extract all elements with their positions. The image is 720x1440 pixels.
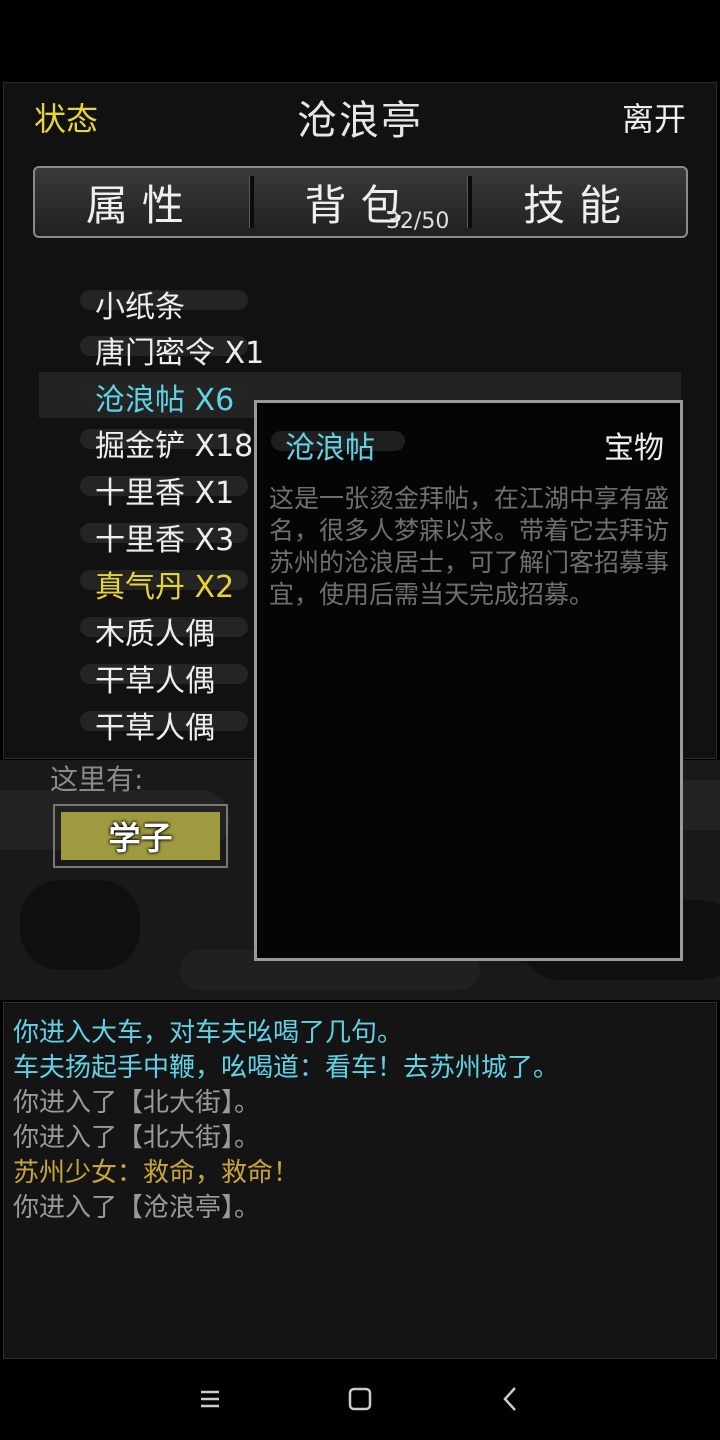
inventory-item[interactable]: 木质人偶 xyxy=(80,609,248,652)
tab-attributes[interactable]: 属性 xyxy=(35,168,249,236)
inventory-item-label: 干草人偶 xyxy=(95,711,215,746)
npc-label: 学子 xyxy=(108,819,173,857)
detail-item-description: 这是一张烫金拜帖，在江湖中享有盛名，很多人梦寐以求。带着它去拜访苏州的沧浪居士，… xyxy=(269,484,670,609)
log-line: 你进入了【沧浪亭】。 xyxy=(13,1193,261,1223)
inventory-item-selected[interactable]: 沧浪帖 X6 xyxy=(80,375,248,418)
inventory-item-label: 掘金铲 X18 xyxy=(95,429,254,464)
inventory-item-label: 真气丹 X2 xyxy=(95,570,235,605)
tab-backpack[interactable]: 背包 32/50 xyxy=(254,168,468,236)
detail-item-name: 沧浪帖 xyxy=(285,431,375,466)
list-scroll-fragment xyxy=(100,262,160,268)
inventory-item-label: 十里香 X3 xyxy=(95,523,235,558)
inventory-item-label: 沧浪帖 X6 xyxy=(95,383,235,418)
npc-button-scholar[interactable]: 学子 xyxy=(53,804,228,868)
leave-button[interactable]: 离开 xyxy=(622,94,686,140)
backpack-capacity: 32/50 xyxy=(385,209,450,234)
inventory-item-label: 唐门密令 X1 xyxy=(95,336,265,371)
inventory-item-label: 干草人偶 xyxy=(95,664,215,699)
inventory-item[interactable]: 小纸条 xyxy=(80,282,248,325)
log-line: 你进入大车，对车夫吆喝了几句。 xyxy=(13,1018,404,1048)
inventory-item[interactable]: 干草人偶 xyxy=(80,703,248,746)
tab-skills[interactable]: 技能 xyxy=(472,168,686,236)
log-line: 苏州少女：救命，救命！ xyxy=(13,1158,300,1188)
inventory-item[interactable]: 真气丹 X2 xyxy=(80,562,248,605)
inventory-item[interactable]: 唐门密令 X1 xyxy=(80,328,265,371)
inventory-item[interactable]: 十里香 X1 xyxy=(80,468,248,511)
home-square-icon[interactable] xyxy=(340,1383,380,1415)
log-line: 你进入了【北大街】。 xyxy=(13,1123,261,1153)
inventory-item-label: 小纸条 xyxy=(95,290,185,325)
tab-bar: 属性 背包 32/50 技能 xyxy=(33,166,688,238)
log-line: 车夫扬起手中鞭，吆喝道：看车！去苏州城了。 xyxy=(13,1053,560,1083)
page-title: 沧浪亭 xyxy=(297,98,423,144)
inventory-item[interactable]: 掘金铲 X18 xyxy=(80,421,254,464)
log-line: 你进入了【北大街】。 xyxy=(13,1088,261,1118)
item-detail-popup: 沧浪帖 宝物 这是一张烫金拜帖，在江湖中享有盛名，很多人梦寐以求。带着它去拜访苏… xyxy=(254,400,683,961)
here-label: 这里有: xyxy=(50,763,144,796)
inventory-item[interactable]: 十里香 X3 xyxy=(80,515,248,558)
tab-attributes-label: 属性 xyxy=(85,180,198,230)
inventory-item-label: 十里香 X1 xyxy=(95,476,235,511)
inventory-item-label: 木质人偶 xyxy=(95,617,215,652)
inventory-item[interactable]: 干草人偶 xyxy=(80,656,248,699)
back-chevron-icon[interactable] xyxy=(490,1383,530,1415)
tab-skills-label: 技能 xyxy=(523,180,636,230)
detail-item-type: 宝物 xyxy=(604,431,664,466)
menu-icon[interactable] xyxy=(190,1383,230,1415)
